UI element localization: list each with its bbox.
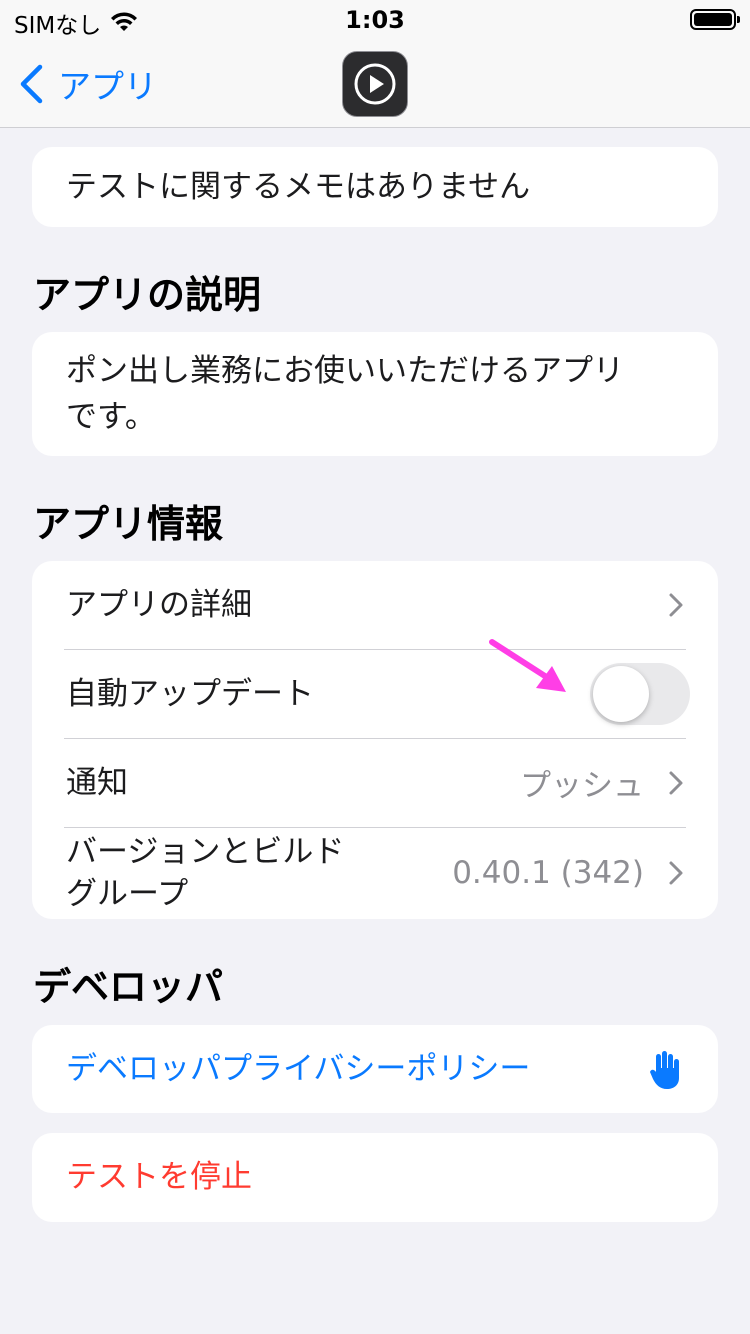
version-value: 0.40.1 (342) [452,855,644,891]
version-build-group-label: バージョンとビルド グループ [66,831,344,915]
developer-title: デベロッパ [33,965,224,1009]
version-build-group-row[interactable]: バージョンとビルド グループ 0.40.1 (342) [32,827,718,919]
chevron-right-icon [669,771,683,794]
developer-privacy-policy-row[interactable]: デベロッパプライバシーポリシー [32,1025,718,1113]
toggle-knob [593,665,649,722]
version-label-line-1: バージョンとビルド [66,834,345,870]
description-card: ポン出し業務にお使いいただけるアプリ です。 [32,332,718,456]
description-line-1: ポン出し業務にお使いいただけるアプリ [66,353,624,389]
notifications-label: 通知 [66,764,128,801]
back-button[interactable]: アプリ [18,62,157,106]
app-info-card: アプリの詳細 自動アップデート 通知 プッシュ バージョンとビルド グループ 0… [32,561,718,919]
notifications-value: プッシュ [520,768,644,804]
notifications-row[interactable]: 通知 プッシュ [32,738,718,827]
version-label-line-2: グループ [66,876,189,912]
test-notes-text: テストに関するメモはありません [66,169,531,205]
description-title: アプリの説明 [33,273,262,317]
status-time: 1:03 [345,6,405,34]
stop-test-row[interactable]: テストを停止 [32,1133,718,1222]
chevron-right-icon [669,861,683,885]
auto-update-toggle[interactable] [590,662,690,725]
developer-privacy-policy-label: デベロッパプライバシーポリシー [66,1051,531,1087]
navigation-bar: アプリ [0,40,750,128]
status-bar: SIMなし 1:03 [0,0,750,40]
description-text: ポン出し業務にお使いいただけるアプリ です。 [66,348,624,440]
play-icon [354,63,396,105]
auto-update-row: 自動アップデート [32,649,718,738]
auto-update-label: 自動アップデート [66,675,314,712]
app-details-row[interactable]: アプリの詳細 [32,561,718,649]
test-notes-card: テストに関するメモはありません [32,147,718,227]
chevron-left-icon [20,64,43,104]
back-button-label: アプリ [58,67,157,106]
annotation-arrow [489,639,566,692]
hand-raised-icon [650,1051,679,1089]
chevron-right-icon [669,593,683,617]
app-info-title: アプリ情報 [33,502,224,546]
app-icon [342,51,408,117]
app-details-label: アプリの詳細 [66,587,252,623]
description-line-2: です。 [66,399,156,435]
battery-icon [690,9,740,30]
stop-test-label: テストを停止 [66,1159,252,1195]
